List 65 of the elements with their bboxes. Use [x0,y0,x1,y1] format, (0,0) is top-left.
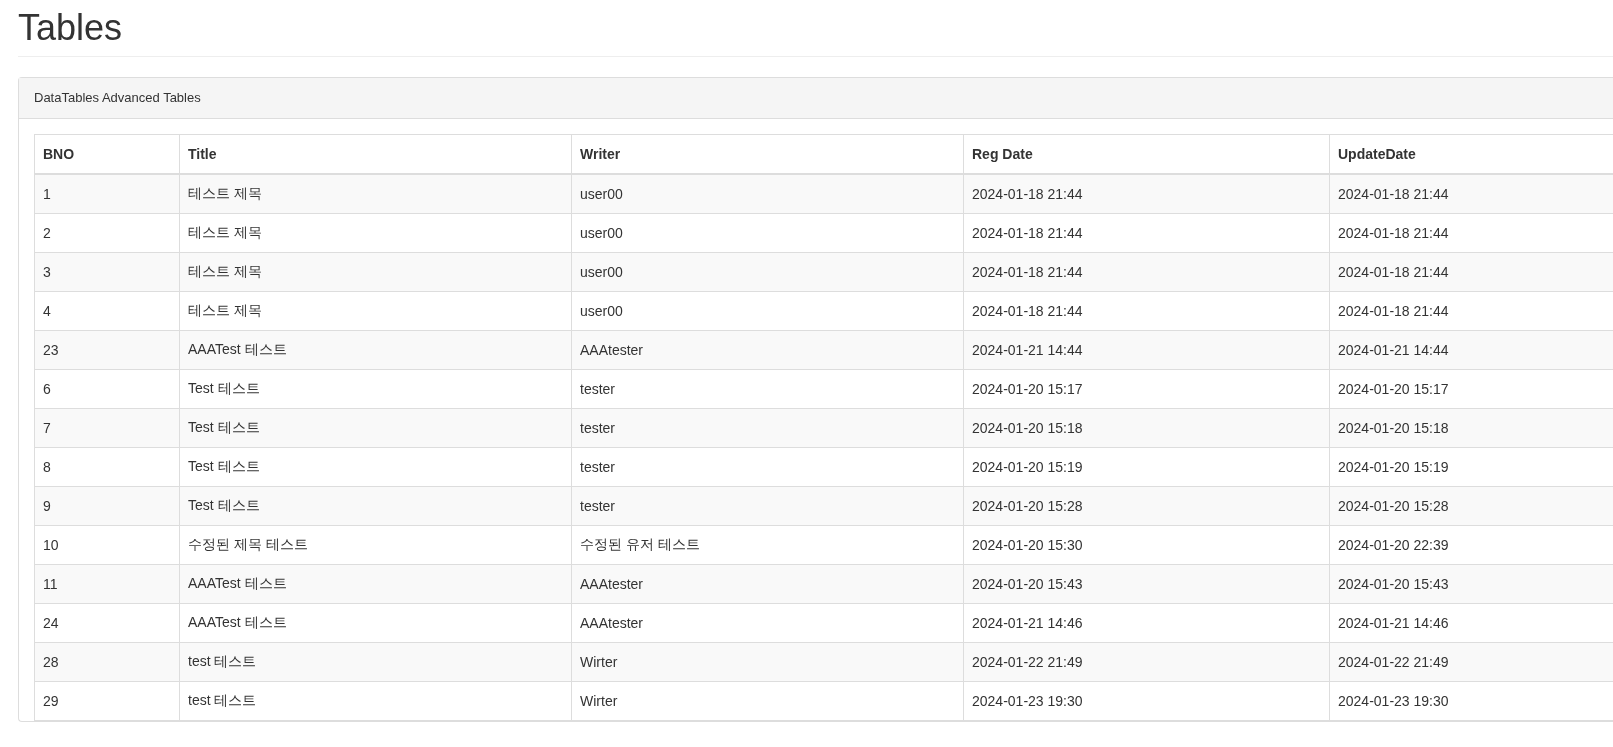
table-cell: 2 [34,213,180,253]
table-cell: 2024-01-22 21:49 [1329,642,1613,682]
table-cell: AAATest 테스트 [179,564,572,604]
table-cell: tester [571,408,964,448]
table-cell: 테스트 제목 [179,174,572,214]
table-cell: 2024-01-20 15:28 [963,486,1330,526]
table-cell: 2024-01-18 21:44 [963,252,1330,292]
table-cell: 2024-01-20 15:30 [963,525,1330,565]
table-cell: AAATest 테스트 [179,603,572,643]
table-cell: 2024-01-23 19:30 [963,681,1330,721]
table-cell: 2024-01-18 21:44 [963,213,1330,253]
table-cell: 2024-01-18 21:44 [1329,252,1613,292]
table-cell: 2024-01-21 14:46 [963,603,1330,643]
table-cell: test 테스트 [179,642,572,682]
table-cell: 2024-01-22 21:49 [963,642,1330,682]
table-cell: Test 테스트 [179,369,572,409]
table-cell: 2024-01-20 15:43 [1329,564,1613,604]
table-cell: 수정된 유저 테스트 [571,525,964,565]
table-cell: AAAtester [571,603,964,643]
table-cell: tester [571,447,964,487]
table-cell: Test 테스트 [179,408,572,448]
table-cell: tester [571,369,964,409]
table-cell: test 테스트 [179,681,572,721]
table-cell: 2024-01-18 21:44 [963,291,1330,331]
table-cell: 10 [34,525,180,565]
table-cell: 28 [34,642,180,682]
panel-heading: DataTables Advanced Tables [19,78,1613,119]
table-cell: AAAtester [571,564,964,604]
table-cell: 3 [34,252,180,292]
table-cell: Test 테스트 [179,447,572,487]
table-cell: 24 [34,603,180,643]
table-cell: user00 [571,213,964,253]
table-cell: user00 [571,291,964,331]
table-cell: 4 [34,291,180,331]
table-cell: 2024-01-18 21:44 [1329,174,1613,214]
table-cell: tester [571,486,964,526]
table-cell: 2024-01-18 21:44 [963,174,1330,214]
table-cell: 9 [34,486,180,526]
table-cell: 2024-01-21 14:44 [1329,330,1613,370]
table-cell: 2024-01-20 15:17 [963,369,1330,409]
table-cell: 2024-01-20 15:18 [1329,408,1613,448]
table-cell: 2024-01-21 14:44 [963,330,1330,370]
table-cell: 8 [34,447,180,487]
page-title: Tables [18,6,123,50]
table-cell: 2024-01-20 15:18 [963,408,1330,448]
table-cell: AAATest 테스트 [179,330,572,370]
table-cell: 6 [34,369,180,409]
table-cell: Wirter [571,681,964,721]
table-cell: 2024-01-20 15:19 [963,447,1330,487]
table-cell: AAAtester [571,330,964,370]
table-cell: 2024-01-20 15:43 [963,564,1330,604]
table-cell: 2024-01-20 15:28 [1329,486,1613,526]
table-cell: Test 테스트 [179,486,572,526]
table-cell: 1 [34,174,180,214]
table-cell: user00 [571,174,964,214]
table-cell: 7 [34,408,180,448]
table-cell: Wirter [571,642,964,682]
table-cell: 11 [34,564,180,604]
table-cell: 테스트 제목 [179,291,572,331]
table-cell: 23 [34,330,180,370]
table-cell: 29 [34,681,180,721]
table-cell: 테스트 제목 [179,252,572,292]
table-cell: 테스트 제목 [179,213,572,253]
table-cell: 수정된 제목 테스트 [179,525,572,565]
table-cell: user00 [571,252,964,292]
